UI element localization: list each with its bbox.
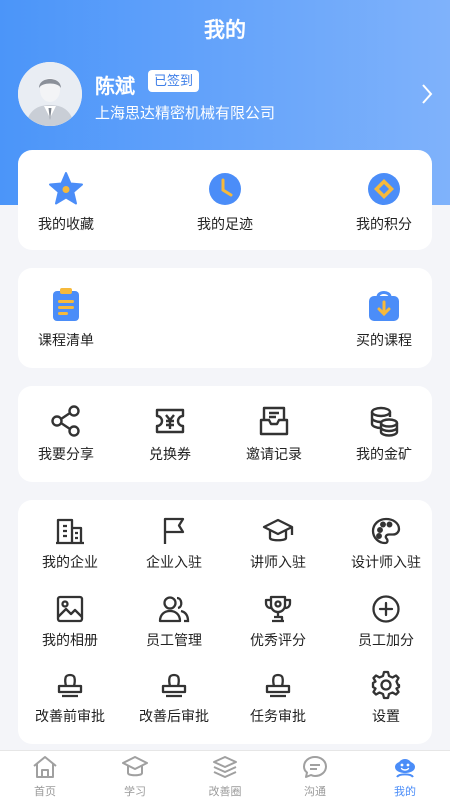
my-gold-mine-item[interactable]: 我的金矿	[348, 404, 420, 464]
share-card: 我要分享 兑换券 邀请记录 我的金矿	[18, 386, 432, 482]
item-label: 我的企业	[42, 554, 98, 570]
item-label: 课程清单	[38, 332, 94, 348]
bought-courses-item[interactable]: 买的课程	[348, 286, 420, 350]
item-label: 我要分享	[38, 446, 94, 462]
item-label: 任务审批	[250, 708, 306, 724]
post-improvement-approval-item[interactable]: 改善后审批	[130, 670, 218, 726]
stamp-icon	[265, 673, 291, 698]
clock-icon	[209, 173, 241, 205]
tab-learn[interactable]: 学习	[90, 755, 180, 799]
points-icon	[368, 173, 400, 205]
my-album-item[interactable]: 我的相册	[30, 594, 110, 650]
lecturer-join-item[interactable]: 讲师入驻	[238, 516, 318, 572]
profile-icon	[395, 759, 415, 778]
trophy-icon	[264, 595, 292, 623]
coupon-icon	[155, 408, 185, 434]
staff-management-item[interactable]: 员工管理	[134, 594, 214, 650]
tab-improvement-circle[interactable]: 改善圈	[180, 755, 270, 799]
user-name: 陈斌	[95, 76, 135, 98]
bottom-tab-bar: 首页 学习 改善圈 沟通 我的	[0, 750, 450, 801]
stamp-icon	[161, 673, 187, 698]
tab-label: 沟通	[304, 786, 326, 798]
layers-icon	[213, 756, 237, 778]
excellent-rating-item[interactable]: 优秀评分	[238, 594, 318, 650]
home-icon	[33, 756, 57, 778]
item-label: 买的课程	[356, 332, 412, 348]
star-icon	[49, 172, 83, 205]
share-item[interactable]: 我要分享	[30, 404, 102, 464]
item-label: 讲师入驻	[250, 554, 306, 570]
tab-home[interactable]: 首页	[0, 755, 90, 799]
tab-label: 首页	[34, 786, 56, 798]
page-title: 我的	[204, 19, 246, 42]
item-label: 改善前审批	[35, 708, 105, 724]
flag-icon	[163, 517, 185, 544]
chevron-right-icon[interactable]	[420, 82, 434, 111]
image-icon	[56, 595, 84, 623]
users-icon	[158, 596, 190, 623]
invite-record-icon	[259, 406, 289, 436]
gear-icon	[371, 670, 401, 700]
palette-icon	[371, 517, 401, 545]
item-label: 兑换券	[149, 446, 191, 462]
item-label: 改善后审批	[139, 708, 209, 724]
share-icon	[51, 405, 80, 437]
item-label: 员工加分	[358, 632, 414, 648]
item-label: 员工管理	[146, 632, 202, 648]
course-list-item[interactable]: 课程清单	[30, 286, 102, 350]
tab-chat[interactable]: 沟通	[270, 755, 360, 799]
my-points-item[interactable]: 我的积分	[348, 170, 420, 234]
my-enterprise-item[interactable]: 我的企业	[30, 516, 110, 572]
tab-label: 改善圈	[208, 786, 242, 798]
coins-icon	[370, 406, 399, 437]
designer-join-item[interactable]: 设计师入驻	[340, 516, 432, 572]
plus-circle-icon	[372, 595, 400, 623]
staff-bonus-item[interactable]: 员工加分	[340, 594, 432, 650]
pre-improvement-approval-item[interactable]: 改善前审批	[26, 670, 114, 726]
item-label: 我的积分	[356, 216, 412, 232]
company-name: 上海思达精密机械有限公司	[95, 105, 276, 122]
item-label: 优秀评分	[250, 632, 306, 648]
avatar[interactable]	[18, 62, 82, 126]
learn-icon	[122, 756, 148, 777]
item-label: 我的收藏	[38, 216, 94, 232]
my-footprints-item[interactable]: 我的足迹	[189, 170, 261, 234]
favorites-card: 我的收藏 我的足迹 我的积分	[18, 150, 432, 250]
clipboard-icon	[53, 288, 79, 321]
task-approval-item[interactable]: 任务审批	[238, 670, 318, 726]
tab-label: 我的	[394, 786, 416, 798]
item-label: 企业入驻	[146, 554, 202, 570]
item-label: 我的金矿	[356, 446, 412, 462]
item-label: 设计师入驻	[351, 554, 421, 570]
courses-card: 课程清单 买的课程	[18, 268, 432, 368]
building-icon	[56, 518, 84, 545]
settings-item[interactable]: 设置	[340, 670, 432, 726]
invite-record-item[interactable]: 邀请记录	[238, 404, 310, 464]
graduation-cap-icon	[262, 518, 294, 542]
coupon-item[interactable]: 兑换券	[134, 404, 206, 464]
item-label: 我的足迹	[197, 216, 253, 232]
bag-icon	[369, 291, 399, 321]
enterprise-join-item[interactable]: 企业入驻	[134, 516, 214, 572]
tab-mine[interactable]: 我的	[360, 755, 450, 799]
item-label: 设置	[372, 708, 400, 724]
chat-icon	[303, 756, 327, 778]
item-label: 我的相册	[42, 632, 98, 648]
stamp-icon	[57, 673, 83, 698]
item-label: 邀请记录	[246, 446, 302, 462]
my-favorites-item[interactable]: 我的收藏	[30, 170, 102, 234]
tab-label: 学习	[124, 786, 146, 798]
checkin-badge: 已签到	[148, 70, 200, 92]
enterprise-card: 我的企业 企业入驻 讲师入驻 设计师入驻 我的相册 员工管理 优秀评分 员工加分…	[18, 500, 432, 744]
